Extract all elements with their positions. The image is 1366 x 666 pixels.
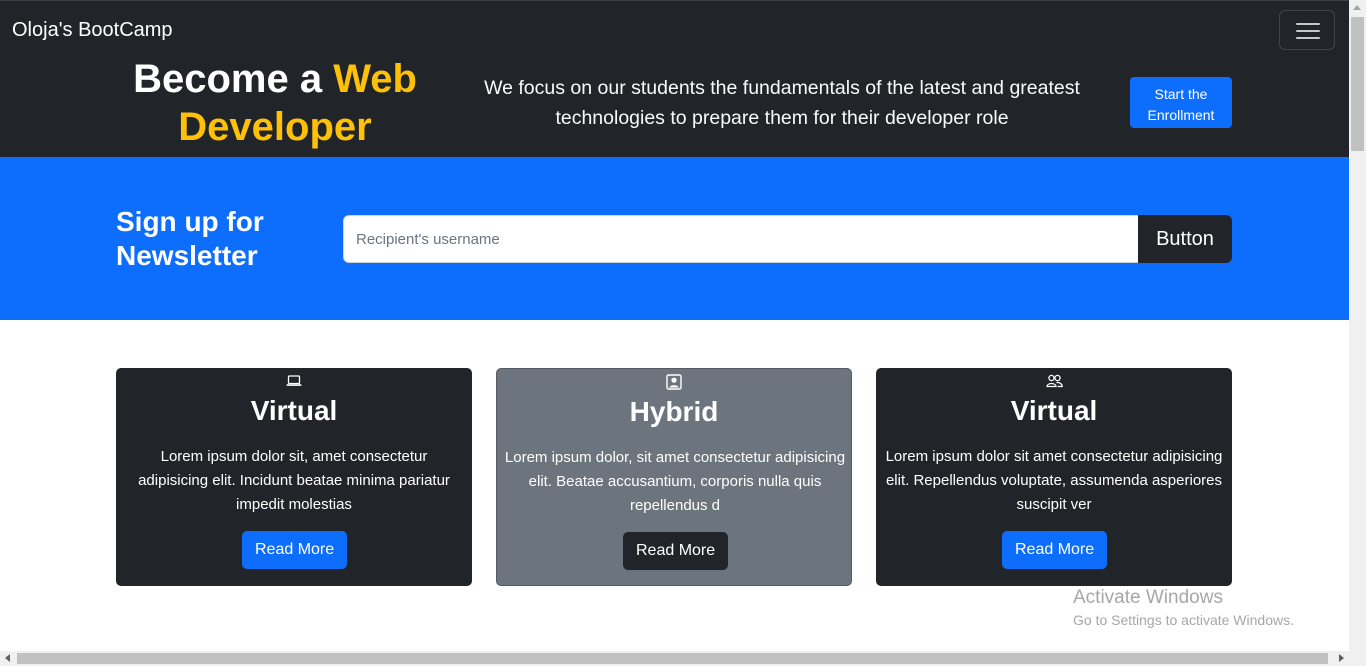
windows-activation-title: Activate Windows [1073,587,1223,608]
card-virtual: Virtual Lorem ipsum dolor sit, amet cons… [116,368,472,586]
card-text: Lorem ipsum dolor sit amet consectetur a… [885,448,1223,513]
navbar-toggler-button[interactable] [1279,10,1335,50]
hamburger-menu-icon-bar [1296,37,1320,39]
card-title: Hybrid [629,396,719,427]
hamburger-menu-icon-bar [1296,30,1320,32]
laptop-icon [286,375,302,386]
newsletter-username-input[interactable] [343,215,1139,263]
horizontal-scrollbar-thumb[interactable] [17,653,1328,664]
scroll-left-arrow-icon[interactable] [5,654,10,662]
start-enrollment-button[interactable]: Start the Enrollment [1130,77,1232,128]
navbar-brand[interactable]: Oloja's BootCamp [12,19,173,42]
card-virtual-group: Virtual Lorem ipsum dolor sit amet conse… [876,368,1232,586]
person-square-icon [666,374,682,390]
read-more-button[interactable]: Read More [242,531,348,569]
card-title: Virtual [250,395,338,426]
scroll-right-arrow-icon[interactable] [1339,654,1344,662]
card-text: Lorem ipsum dolor sit, amet consectetur … [138,448,450,513]
hero-section: Become a Web Developer We focus on our s… [0,57,1349,157]
newsletter-section: Sign up for Newsletter Button [0,157,1349,320]
card-hybrid: Hybrid Lorem ipsum dolor, sit amet conse… [496,368,852,586]
vertical-scrollbar-thumb[interactable] [1351,17,1364,151]
navbar: Oloja's BootCamp [0,0,1349,60]
newsletter-submit-button[interactable]: Button [1138,215,1232,263]
hero-title-prefix: Become a [133,57,334,101]
people-icon [1045,374,1063,388]
card-text: Lorem ipsum dolor, sit amet consectetur … [504,449,846,514]
vertical-scrollbar[interactable] [1349,0,1366,651]
hero-title: Become a Web Developer [116,55,434,151]
hero-description: We focus on our students the fundamental… [484,77,1080,129]
card-title: Virtual [1010,395,1098,426]
page: Oloja's BootCamp Become a Web Developer … [0,0,1349,651]
browser-viewport: Oloja's BootCamp Become a Web Developer … [0,0,1366,666]
read-more-button[interactable]: Read More [1002,531,1108,569]
horizontal-scrollbar[interactable] [0,651,1366,666]
hamburger-menu-icon [1296,23,1320,25]
scroll-up-arrow-icon[interactable] [1353,5,1361,10]
read-more-button[interactable]: Read More [623,532,729,570]
newsletter-title: Sign up for Newsletter [116,206,264,271]
windows-activation-subtitle: Go to Settings to activate Windows. [1073,612,1294,628]
